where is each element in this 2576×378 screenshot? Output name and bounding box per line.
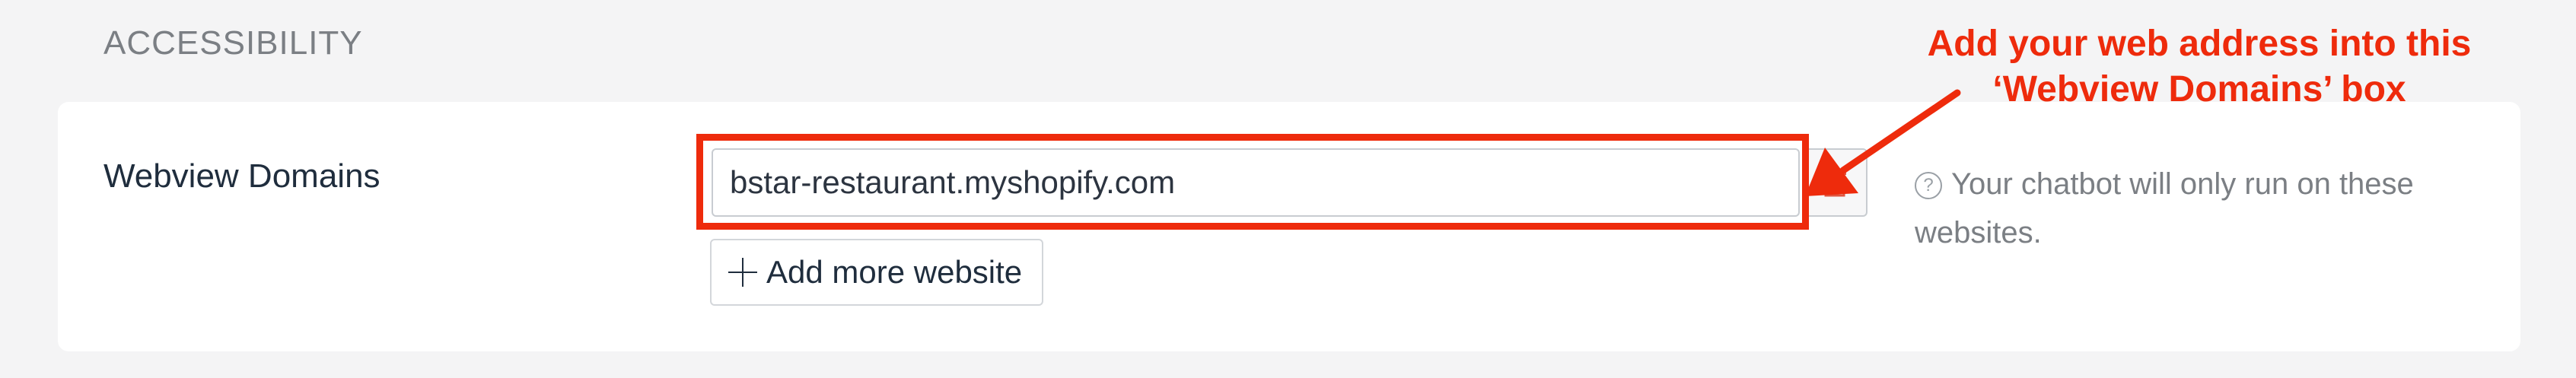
domain-input-wrapper (712, 148, 1800, 217)
annotation-callout: Add your web address into this ‘Webview … (1857, 21, 2542, 113)
add-more-website-button[interactable]: Add more website (710, 239, 1043, 306)
help-text-label: Your chatbot will only run on these webs… (1915, 167, 2414, 249)
add-more-website-label: Add more website (766, 254, 1023, 290)
webview-domain-input[interactable] (713, 150, 1798, 215)
help-text: ? Your chatbot will only run on these web… (1915, 160, 2463, 257)
annotation-line-1: Add your web address into this (1927, 24, 2472, 64)
settings-page: ACCESSIBILITY Webview Domains Add more w… (0, 0, 2576, 378)
question-circle-icon: ? (1915, 172, 1942, 199)
annotation-line-2: ‘Webview Domains’ box (1992, 69, 2406, 110)
plus-icon (728, 258, 757, 287)
webview-domains-label: Webview Domains (103, 157, 381, 195)
delete-domain-button[interactable] (1804, 148, 1868, 217)
trash-icon (1823, 168, 1846, 197)
section-heading: ACCESSIBILITY (103, 24, 363, 62)
